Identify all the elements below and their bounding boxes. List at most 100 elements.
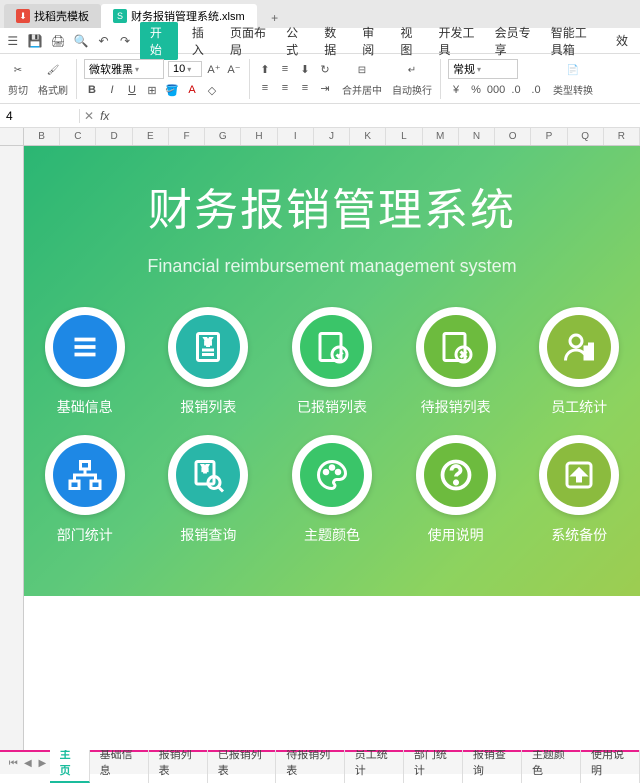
redo-icon[interactable]: ↷ — [118, 32, 132, 50]
print-icon[interactable]: 🖨 — [51, 32, 66, 50]
col-header[interactable]: N — [459, 128, 495, 145]
highlight-icon[interactable]: ◇ — [204, 82, 220, 98]
menu-page-layout[interactable]: 页面布局 — [224, 24, 272, 58]
col-header[interactable]: B — [24, 128, 60, 145]
fx-label[interactable]: fx — [100, 109, 109, 123]
currency-icon[interactable]: ¥ — [448, 82, 464, 98]
wrap-group[interactable]: ↵ 自动换行 — [388, 60, 436, 97]
wrap-label: 自动换行 — [392, 82, 432, 97]
align-center-icon[interactable]: ≡ — [277, 80, 293, 96]
font-color-icon[interactable]: A — [184, 82, 200, 98]
icon-circle — [292, 435, 372, 515]
search-icon: ¥ — [176, 443, 240, 507]
menu-data[interactable]: 数据 — [318, 24, 348, 58]
wrap-icon: ↵ — [402, 60, 422, 80]
menu-review[interactable]: 审阅 — [356, 24, 386, 58]
dashboard-item-1[interactable]: ¥报销列表 — [162, 307, 256, 417]
col-header[interactable]: I — [278, 128, 314, 145]
col-header[interactable]: P — [531, 128, 567, 145]
dashboard-item-6[interactable]: ¥ 报销查询 — [162, 435, 256, 545]
dashboard-item-9[interactable]: 系统备份 — [532, 435, 626, 545]
menu-dev-tools[interactable]: 开发工具 — [432, 24, 480, 58]
format-painter-group[interactable]: 🖌 格式刷 — [34, 60, 72, 97]
dashboard-item-0[interactable]: 基础信息 — [38, 307, 132, 417]
sheet-nav-prev-icon[interactable]: ◀ — [21, 755, 36, 771]
align-right-icon[interactable]: ≡ — [297, 80, 313, 96]
align-top-icon[interactable]: ⬆ — [257, 61, 273, 77]
icon-label: 主题颜色 — [304, 525, 360, 545]
col-header[interactable]: F — [169, 128, 205, 145]
col-header[interactable]: H — [241, 128, 277, 145]
menu-icon[interactable]: ☰ — [6, 32, 20, 50]
percent-icon[interactable]: % — [468, 82, 484, 98]
org-icon — [53, 443, 117, 507]
dashboard-item-8[interactable]: 使用说明 — [409, 435, 503, 545]
decrease-font-icon[interactable]: A⁻ — [226, 61, 242, 77]
decimal-inc-icon[interactable]: .0 — [508, 82, 524, 98]
palette-icon — [300, 443, 364, 507]
start-tab[interactable]: 开始 — [140, 22, 178, 60]
bold-icon[interactable]: B — [84, 82, 100, 98]
type-convert-group[interactable]: 📄 类型转换 — [549, 60, 597, 97]
convert-icon: 📄 — [563, 60, 583, 80]
dashboard-item-4[interactable]: 员工统计 — [532, 307, 626, 417]
col-header[interactable]: E — [133, 128, 169, 145]
col-header[interactable]: K — [350, 128, 386, 145]
col-header[interactable]: O — [495, 128, 531, 145]
col-header[interactable]: R — [604, 128, 640, 145]
col-header[interactable]: L — [386, 128, 422, 145]
col-header[interactable]: G — [205, 128, 241, 145]
col-header[interactable]: D — [96, 128, 132, 145]
fx-cancel-icon[interactable]: ✕ — [84, 109, 94, 123]
font-size-dropdown[interactable]: 10 — [168, 61, 202, 77]
undo-icon[interactable]: ↶ — [97, 32, 111, 50]
dashboard-item-2[interactable]: 已报销列表 — [285, 307, 379, 417]
border-icon[interactable]: ⊞ — [144, 82, 160, 98]
align-middle-icon[interactable]: ≡ — [277, 61, 293, 77]
col-header[interactable]: J — [314, 128, 350, 145]
cut-group[interactable]: ✂ 剪切 — [4, 60, 32, 97]
select-all-corner[interactable] — [0, 128, 24, 145]
font-family-dropdown[interactable]: 微软雅黑 — [84, 59, 164, 79]
decimal-dec-icon[interactable]: .0 — [528, 82, 544, 98]
comma-icon[interactable]: 000 — [488, 82, 504, 98]
underline-icon[interactable]: U — [124, 82, 140, 98]
menu-view[interactable]: 视图 — [394, 24, 424, 58]
col-header[interactable]: Q — [568, 128, 604, 145]
menu-more[interactable]: 效 — [610, 32, 634, 49]
preview-icon[interactable]: 🔍 — [74, 32, 89, 50]
dashboard-item-7[interactable]: 主题颜色 — [285, 435, 379, 545]
merge-group[interactable]: ⊟ 合并居中 — [338, 60, 386, 97]
sheet-tabs-bar: ⏮ ◀ ▶ 主页基础信息报销列表已报销列表待报销列表员工统计部门统计报销查询主题… — [0, 750, 640, 774]
icon-label: 报销查询 — [180, 525, 236, 545]
increase-font-icon[interactable]: A⁺ — [206, 61, 222, 77]
merge-label: 合并居中 — [342, 82, 382, 97]
orientation-icon[interactable]: ↻ — [317, 61, 333, 77]
align-bottom-icon[interactable]: ⬇ — [297, 61, 313, 77]
tab-templates[interactable]: ⬇ 找稻壳模板 — [4, 4, 101, 28]
svg-text:¥: ¥ — [202, 464, 209, 474]
menu-smart-tools[interactable]: 智能工具箱 — [545, 24, 602, 58]
format-painter-label: 格式刷 — [38, 82, 68, 97]
menu-formula[interactable]: 公式 — [280, 24, 310, 58]
col-header[interactable]: C — [60, 128, 96, 145]
align-left-icon[interactable]: ≡ — [257, 80, 273, 96]
save-icon[interactable]: 💾 — [28, 32, 43, 50]
row-headers[interactable] — [0, 146, 24, 750]
tab-label: 找稻壳模板 — [34, 8, 89, 24]
icon-circle — [292, 307, 372, 387]
menu-insert[interactable]: 插入 — [186, 24, 216, 58]
col-header[interactable]: M — [423, 128, 459, 145]
fill-color-icon[interactable]: 🪣 — [164, 82, 180, 98]
cancel-icon — [424, 315, 488, 379]
menu-member[interactable]: 会员专享 — [489, 24, 537, 58]
indent-icon[interactable]: ⇥ — [317, 80, 333, 96]
number-format-dropdown[interactable]: 常规 — [448, 59, 518, 79]
dashboard-item-3[interactable]: 待报销列表 — [409, 307, 503, 417]
sheet-nav-first-icon[interactable]: ⏮ — [6, 755, 21, 771]
name-box[interactable]: 4 — [0, 109, 80, 123]
doc-icon: ¥ — [176, 315, 240, 379]
dashboard-item-5[interactable]: 部门统计 — [38, 435, 132, 545]
italic-icon[interactable]: I — [104, 82, 120, 98]
sheet-nav-next-icon[interactable]: ▶ — [35, 755, 50, 771]
